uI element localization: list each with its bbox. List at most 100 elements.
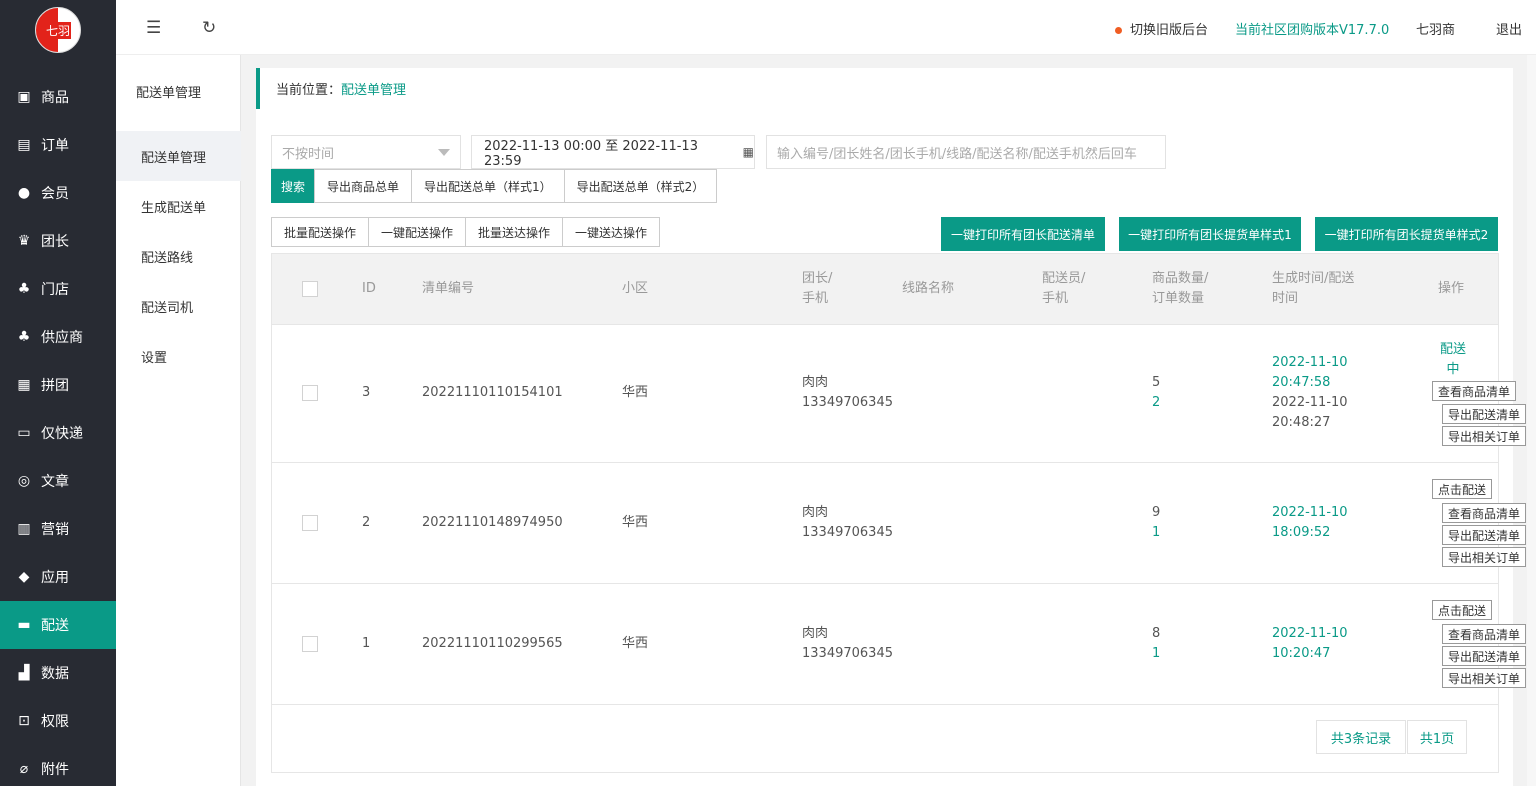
time-filter-value: 不按时间 [282,146,335,162]
main-content: 当前位置： 配送单管理 不按时间 2022-11-13 00:00 至 2022-… [242,55,1527,786]
search-input[interactable]: 输入编号/团长姓名/团长手机/线路/配送名称/配送手机然后回车 [766,135,1166,169]
row-time: 2022-11-10 20:47:58 2022-11-10 20:48:27 [1272,353,1348,433]
export-orders-button[interactable]: 导出相关订单 [1442,426,1526,446]
row-id: 1 [362,636,371,651]
leader-name: 肉肉 [802,375,829,390]
header-driver-line2: 手机 [1042,291,1069,306]
one-click-deliver-button[interactable]: 一键配送操作 [368,217,466,247]
sidebar-item-members[interactable]: ● 会员 [0,169,116,217]
chart-icon: ▟ [18,665,30,681]
sidebar-item-leaders[interactable]: ♛ 团长 [0,217,116,265]
print-pickup-style1-button[interactable]: 一键打印所有团长提货单样式1 [1119,217,1301,251]
header-sn: 清单编号 [422,281,475,296]
subnav-item-routes[interactable]: 配送路线 [116,231,241,281]
row-checkbox[interactable] [302,636,318,652]
export-delivery-list-button[interactable]: 导出配送清单 [1442,525,1526,545]
sidebar-item-attachments[interactable]: ⌀ 附件 [0,745,116,786]
status-line1: 配送 [1439,342,1466,357]
row-community: 华西 [622,515,649,530]
user-name[interactable]: 七羽商 [1416,19,1455,38]
header-action: 操作 [1438,281,1465,296]
breadcrumb-prefix: 当前位置： [276,83,342,98]
date-range-input[interactable]: 2022-11-13 00:00 至 2022-11-13 23:59 ▦ [471,135,755,169]
batch-arrive-button[interactable]: 批量送达操作 [465,217,563,247]
search-button[interactable]: 搜索 [271,169,315,203]
sidebar-item-apps[interactable]: ◆ 应用 [0,553,116,601]
sidebar-item-groupbuy[interactable]: ▦ 拼团 [0,361,116,409]
export-delivery-list-button[interactable]: 导出配送清单 [1442,646,1526,666]
row-checkbox[interactable] [302,385,318,401]
one-click-arrive-button[interactable]: 一键送达操作 [562,217,661,247]
refresh-icon[interactable]: ↻ [202,18,216,38]
sidebar-item-delivery[interactable]: ▬ 配送 [0,601,116,649]
deliver-date: 2022-11-10 [1272,395,1348,410]
deliver-button[interactable]: 点击配送 [1432,479,1492,499]
sidebar-item-stores[interactable]: ♣ 门店 [0,265,116,313]
scrollbar[interactable] [1527,55,1536,786]
order-count[interactable]: 1 [1152,644,1160,664]
row-checkbox[interactable] [302,515,318,531]
sidebar-item-orders[interactable]: ▤ 订单 [0,121,116,169]
status-dot-icon [1115,27,1122,34]
view-goods-list-button[interactable]: 查看商品清单 [1442,503,1526,523]
print-delivery-list-button[interactable]: 一键打印所有团长配送清单 [941,217,1105,251]
export-delivery-style2-button[interactable]: 导出配送总单（样式2） [563,169,718,203]
row-time: 2022-11-10 10:20:47 [1272,624,1348,664]
leader-phone: 13349706345 [802,646,893,661]
pagination-row: 共3条记录 共1页 [272,704,1498,772]
menu-toggle-icon[interactable]: ☰ [146,18,161,38]
logo[interactable]: 七羽 [0,0,116,60]
sidebar-item-marketing[interactable]: ▥ 营销 [0,505,116,553]
goods-count: 9 [1152,505,1161,520]
create-time: 10:20:47 [1272,646,1331,661]
export-goods-button[interactable]: 导出商品总单 [314,169,412,203]
sidebar-item-permissions[interactable]: ⊡ 权限 [0,697,116,745]
create-date: 2022-11-10 [1272,505,1348,520]
batch-deliver-button[interactable]: 批量配送操作 [271,217,369,247]
print-pickup-style2-button[interactable]: 一键打印所有团长提货单样式2 [1315,217,1498,251]
sidebar-item-goods[interactable]: ▣ 商品 [0,73,116,121]
calendar-icon: ▦ [742,145,754,159]
status-badge: 配送中 [1438,340,1468,380]
breadcrumb-current[interactable]: 配送单管理 [341,79,406,98]
sidebar-item-articles[interactable]: ◎ 文章 [0,457,116,505]
subnav-item-generate[interactable]: 生成配送单 [116,181,241,231]
logout-link[interactable]: 退出 [1496,19,1522,38]
switch-old-link[interactable]: 切换旧版后台 [1115,19,1208,38]
sidebar-item-label: 团长 [41,234,69,250]
subnav-item-drivers[interactable]: 配送司机 [116,281,241,331]
sidebar-item-label: 门店 [41,282,69,298]
select-all-checkbox[interactable] [302,281,318,297]
row-id: 2 [362,515,371,530]
row-id: 3 [362,385,371,400]
subnav-item-manage[interactable]: 配送单管理 [116,131,241,181]
row-leader: 肉肉 13349706345 [802,503,893,543]
members-icon: ● [17,185,31,201]
total-records: 共3条记录 [1316,720,1406,754]
row-qty: 81 [1152,624,1160,664]
total-pages: 共1页 [1407,720,1467,754]
deliver-button[interactable]: 点击配送 [1432,600,1492,620]
export-delivery-style1-button[interactable]: 导出配送总单（样式1） [411,169,564,203]
version-link[interactable]: 当前社区团购版本V17.7.0 [1235,19,1389,38]
sidebar-item-label: 附件 [41,762,69,778]
sidebar-item-express[interactable]: ▭ 仅快递 [0,409,116,457]
view-goods-list-button[interactable]: 查看商品清单 [1442,624,1526,644]
row-leader: 肉肉 13349706345 [802,624,893,664]
export-delivery-list-button[interactable]: 导出配送清单 [1442,404,1526,424]
export-toolbar: 搜索 导出商品总单 导出配送总单（样式1） 导出配送总单（样式2） [271,169,718,203]
compass-icon: ◎ [17,473,31,489]
order-count[interactable]: 1 [1152,523,1160,543]
subnav-item-settings[interactable]: 设置 [116,331,241,381]
time-filter-select[interactable]: 不按时间 [271,135,461,169]
order-count[interactable]: 2 [1152,393,1160,413]
shop-icon: ▣ [17,89,31,105]
view-goods-list-button[interactable]: 查看商品清单 [1432,381,1516,401]
table-row: 1 20221110110299565 华西 肉肉 13349706345 81 … [272,583,1526,704]
export-orders-button[interactable]: 导出相关订单 [1442,547,1526,567]
header-time-line1: 生成时间/配送 [1272,271,1355,286]
export-orders-button[interactable]: 导出相关订单 [1442,668,1526,688]
sidebar-item-suppliers[interactable]: ♣ 供应商 [0,313,116,361]
sidebar-item-label: 数据 [41,666,69,682]
sidebar-item-data[interactable]: ▟ 数据 [0,649,116,697]
